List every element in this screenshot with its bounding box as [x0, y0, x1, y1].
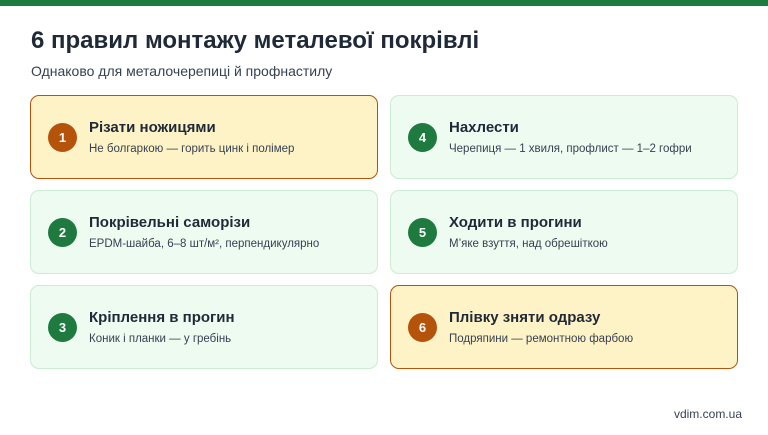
rule-description: Подряпини — ремонтною фарбою [449, 333, 634, 345]
rule-title: Нахлести [449, 119, 519, 136]
rule-card-2: 2 Покрівельні саморізи EPDM-шайба, 6–8 ш… [30, 190, 378, 274]
rule-number-badge: 2 [48, 218, 77, 247]
top-accent-bar [0, 0, 768, 6]
rule-description: Коник і планки — у гребінь [89, 333, 232, 345]
rule-number-badge: 6 [408, 313, 437, 342]
slide-subtitle: Однаково для металочерепиці й профнастил… [31, 63, 333, 79]
rule-title: Різати ножицями [89, 119, 216, 136]
rule-number-badge: 4 [408, 123, 437, 152]
rule-title: Покрівельні саморізи [89, 214, 251, 231]
rule-title: Ходити в прогини [449, 214, 582, 231]
rule-title: Кріплення в прогин [89, 309, 235, 326]
rule-number-badge: 3 [48, 313, 77, 342]
rule-card-4: 4 Нахлести Черепиця — 1 хвиля, профлист … [390, 95, 738, 179]
rule-title: Плівку зняти одразу [449, 309, 601, 326]
rule-number-badge: 5 [408, 218, 437, 247]
footer-site-link[interactable]: vdim.com.ua [674, 407, 742, 421]
rule-description: Черепиця — 1 хвиля, профлист — 1–2 гофри [449, 143, 692, 155]
rule-card-5: 5 Ходити в прогини М’яке взуття, над обр… [390, 190, 738, 274]
rule-card-3: 3 Кріплення в прогин Коник і планки — у … [30, 285, 378, 369]
rule-description: Не болгаркою — горить цинк і полімер [89, 143, 295, 155]
rule-card-1: 1 Різати ножицями Не болгаркою — горить … [30, 95, 378, 179]
slide-title: 6 правил монтажу металевої покрівлі [31, 27, 480, 54]
rule-description: М’яке взуття, над обрешіткою [449, 238, 608, 250]
rule-card-6: 6 Плівку зняти одразу Подряпини — ремонт… [390, 285, 738, 369]
rule-description: EPDM-шайба, 6–8 шт/м², перпендикулярно [89, 238, 320, 250]
rule-number-badge: 1 [48, 123, 77, 152]
